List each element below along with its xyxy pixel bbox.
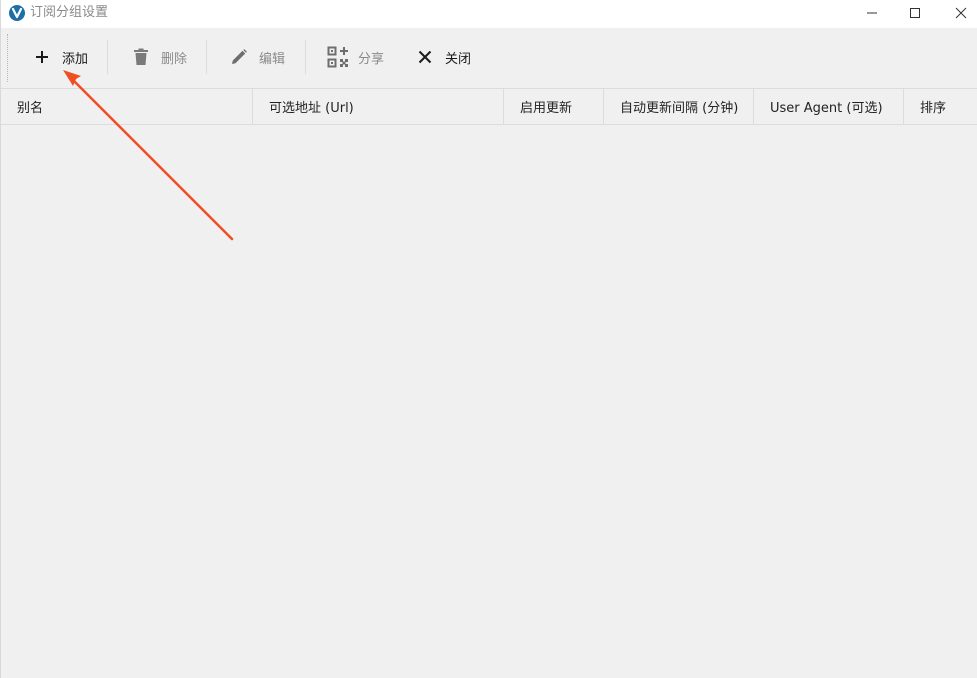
table-header: 别名 可选地址 (Url) 启用更新 自动更新间隔 (分钟) User Agen… (1, 88, 977, 125)
window: 订阅分组设置 添加 删除 编辑 分享 关闭 别名 可选地址 (Url) 启用更新… (0, 0, 977, 678)
close-window-button[interactable] (938, 0, 977, 26)
column-header-url[interactable]: 可选地址 (Url) (253, 89, 504, 124)
toolbar-grip[interactable] (7, 34, 10, 82)
window-title: 订阅分组设置 (30, 5, 109, 20)
app-logo-icon (9, 5, 25, 21)
toolbar-separator (107, 40, 108, 74)
pencil-icon (227, 45, 251, 69)
edit-button[interactable]: 编辑 (227, 40, 285, 74)
column-header-enable-update[interactable]: 启用更新 (504, 89, 604, 124)
toolbar-separator (206, 40, 207, 74)
plus-icon (30, 45, 54, 69)
delete-button[interactable]: 删除 (129, 40, 187, 74)
add-button-label: 添加 (62, 51, 89, 67)
trash-icon (129, 45, 153, 69)
close-button-label: 关闭 (445, 51, 472, 67)
toolbar: 添加 删除 编辑 分享 关闭 (1, 28, 977, 88)
maximize-icon (910, 8, 920, 18)
delete-button-label: 删除 (161, 51, 188, 67)
toolbar-separator (305, 40, 306, 74)
column-header-alias[interactable]: 别名 (1, 89, 253, 124)
close-button[interactable]: 关闭 (413, 40, 471, 74)
column-header-update-interval[interactable]: 自动更新间隔 (分钟) (604, 89, 754, 124)
share-button-label: 分享 (358, 51, 385, 67)
qrcode-icon (326, 45, 350, 69)
minimize-button[interactable] (849, 0, 895, 26)
title-bar: 订阅分组设置 (1, 0, 977, 28)
close-icon (955, 7, 967, 19)
minimize-icon (867, 12, 877, 14)
maximize-button[interactable] (892, 0, 938, 26)
share-button[interactable]: 分享 (326, 40, 384, 74)
add-button[interactable]: 添加 (30, 40, 88, 74)
x-icon (413, 45, 437, 69)
column-header-user-agent[interactable]: User Agent (可选) (754, 89, 904, 124)
column-header-sort[interactable]: 排序 (904, 89, 977, 124)
edit-button-label: 编辑 (259, 51, 286, 67)
table-body[interactable] (1, 125, 977, 678)
